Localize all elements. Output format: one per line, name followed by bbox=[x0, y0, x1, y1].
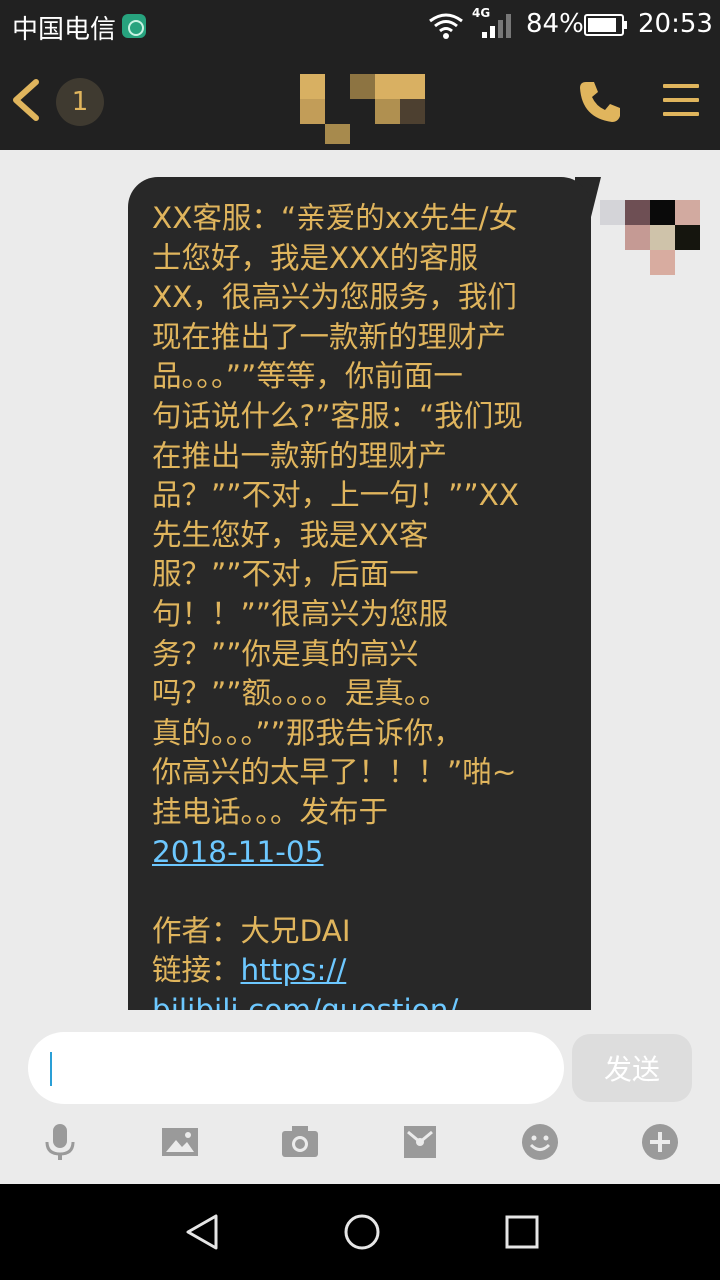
source-link-continued[interactable]: bilibili.com/question/ bbox=[152, 993, 458, 1010]
message-input[interactable] bbox=[28, 1032, 564, 1104]
nav-home-icon[interactable] bbox=[342, 1212, 382, 1252]
message-line: 句！！””很高兴为您服 bbox=[152, 596, 449, 631]
message-line: 真的。。。””那我告诉你， bbox=[152, 715, 463, 750]
send-button[interactable]: 发送 bbox=[572, 1034, 692, 1102]
contact-name-pixelated bbox=[300, 74, 425, 144]
battery-percent: 84% bbox=[526, 9, 584, 39]
message-line: 在推出一款新的理财产 bbox=[152, 438, 448, 473]
add-icon[interactable] bbox=[640, 1122, 680, 1162]
emoji-icon[interactable] bbox=[520, 1122, 560, 1162]
message-line: 士您好，我是XXX的客服 bbox=[152, 240, 479, 275]
message-line: 务？””你是真的高兴 bbox=[152, 636, 419, 671]
wifi-icon bbox=[429, 13, 463, 39]
message-bubble[interactable]: XX客服：“亲爱的xx先生/女 士您好，我是XXX的客服 XX，很高兴为您服务，… bbox=[128, 177, 591, 1010]
clock: 20:53 bbox=[638, 9, 713, 39]
message-line: 吗？””额。。。。是真。。 bbox=[152, 676, 449, 711]
contact-avatar[interactable] bbox=[600, 200, 700, 275]
date-link[interactable]: 2018-11-05 bbox=[152, 835, 323, 869]
signal-icon bbox=[482, 14, 511, 38]
conversation-header: 1 bbox=[0, 50, 720, 150]
message-list[interactable]: XX客服：“亲爱的xx先生/女 士您好，我是XXX的客服 XX，很高兴为您服务，… bbox=[0, 150, 720, 1010]
menu-icon[interactable] bbox=[663, 84, 699, 116]
camera-icon[interactable] bbox=[280, 1122, 320, 1162]
carrier-logo-icon bbox=[122, 14, 146, 38]
message-line: 挂电话。。。发布于 bbox=[152, 794, 389, 829]
message-line: 品。。。””等等，你前面一 bbox=[152, 359, 463, 394]
source-link[interactable]: https:// bbox=[241, 953, 347, 987]
phone-call-icon[interactable] bbox=[578, 78, 624, 124]
message-line: 服？””不对，后面一 bbox=[152, 557, 419, 592]
carrier-name: 中国电信 bbox=[12, 15, 117, 45]
message-line: XX客服：“亲爱的xx先生/女 bbox=[152, 201, 519, 235]
message-line: XX，很高兴为您服务，我们 bbox=[152, 280, 517, 315]
unread-count-badge[interactable]: 1 bbox=[56, 78, 104, 126]
battery-icon bbox=[584, 14, 627, 36]
message-line: 先生您好，我是XX客 bbox=[152, 517, 429, 552]
link-label: 链接： bbox=[152, 953, 241, 988]
navigation-bar bbox=[0, 1184, 720, 1280]
message-line: 你高兴的太早了！！！”啪~ bbox=[152, 755, 517, 790]
image-icon[interactable] bbox=[160, 1122, 200, 1162]
nav-back-icon[interactable] bbox=[182, 1212, 222, 1252]
compose-bar: 发送 bbox=[0, 1010, 720, 1184]
text-caret bbox=[50, 1052, 52, 1086]
status-bar: 中国电信 4G 84% 20:53 bbox=[0, 0, 720, 50]
message-line: 句话说什么?”客服：“我们现 bbox=[152, 398, 523, 433]
message-line: 品？””不对，上一句！””XX bbox=[152, 478, 520, 513]
envelope-icon[interactable] bbox=[400, 1122, 440, 1162]
message-line: 现在推出了一款新的理财产 bbox=[152, 319, 507, 354]
nav-recents-icon[interactable] bbox=[502, 1212, 542, 1252]
author-line: 作者：大兄DAI bbox=[152, 913, 351, 948]
back-arrow-icon[interactable] bbox=[8, 78, 42, 122]
microphone-icon[interactable] bbox=[40, 1122, 80, 1162]
